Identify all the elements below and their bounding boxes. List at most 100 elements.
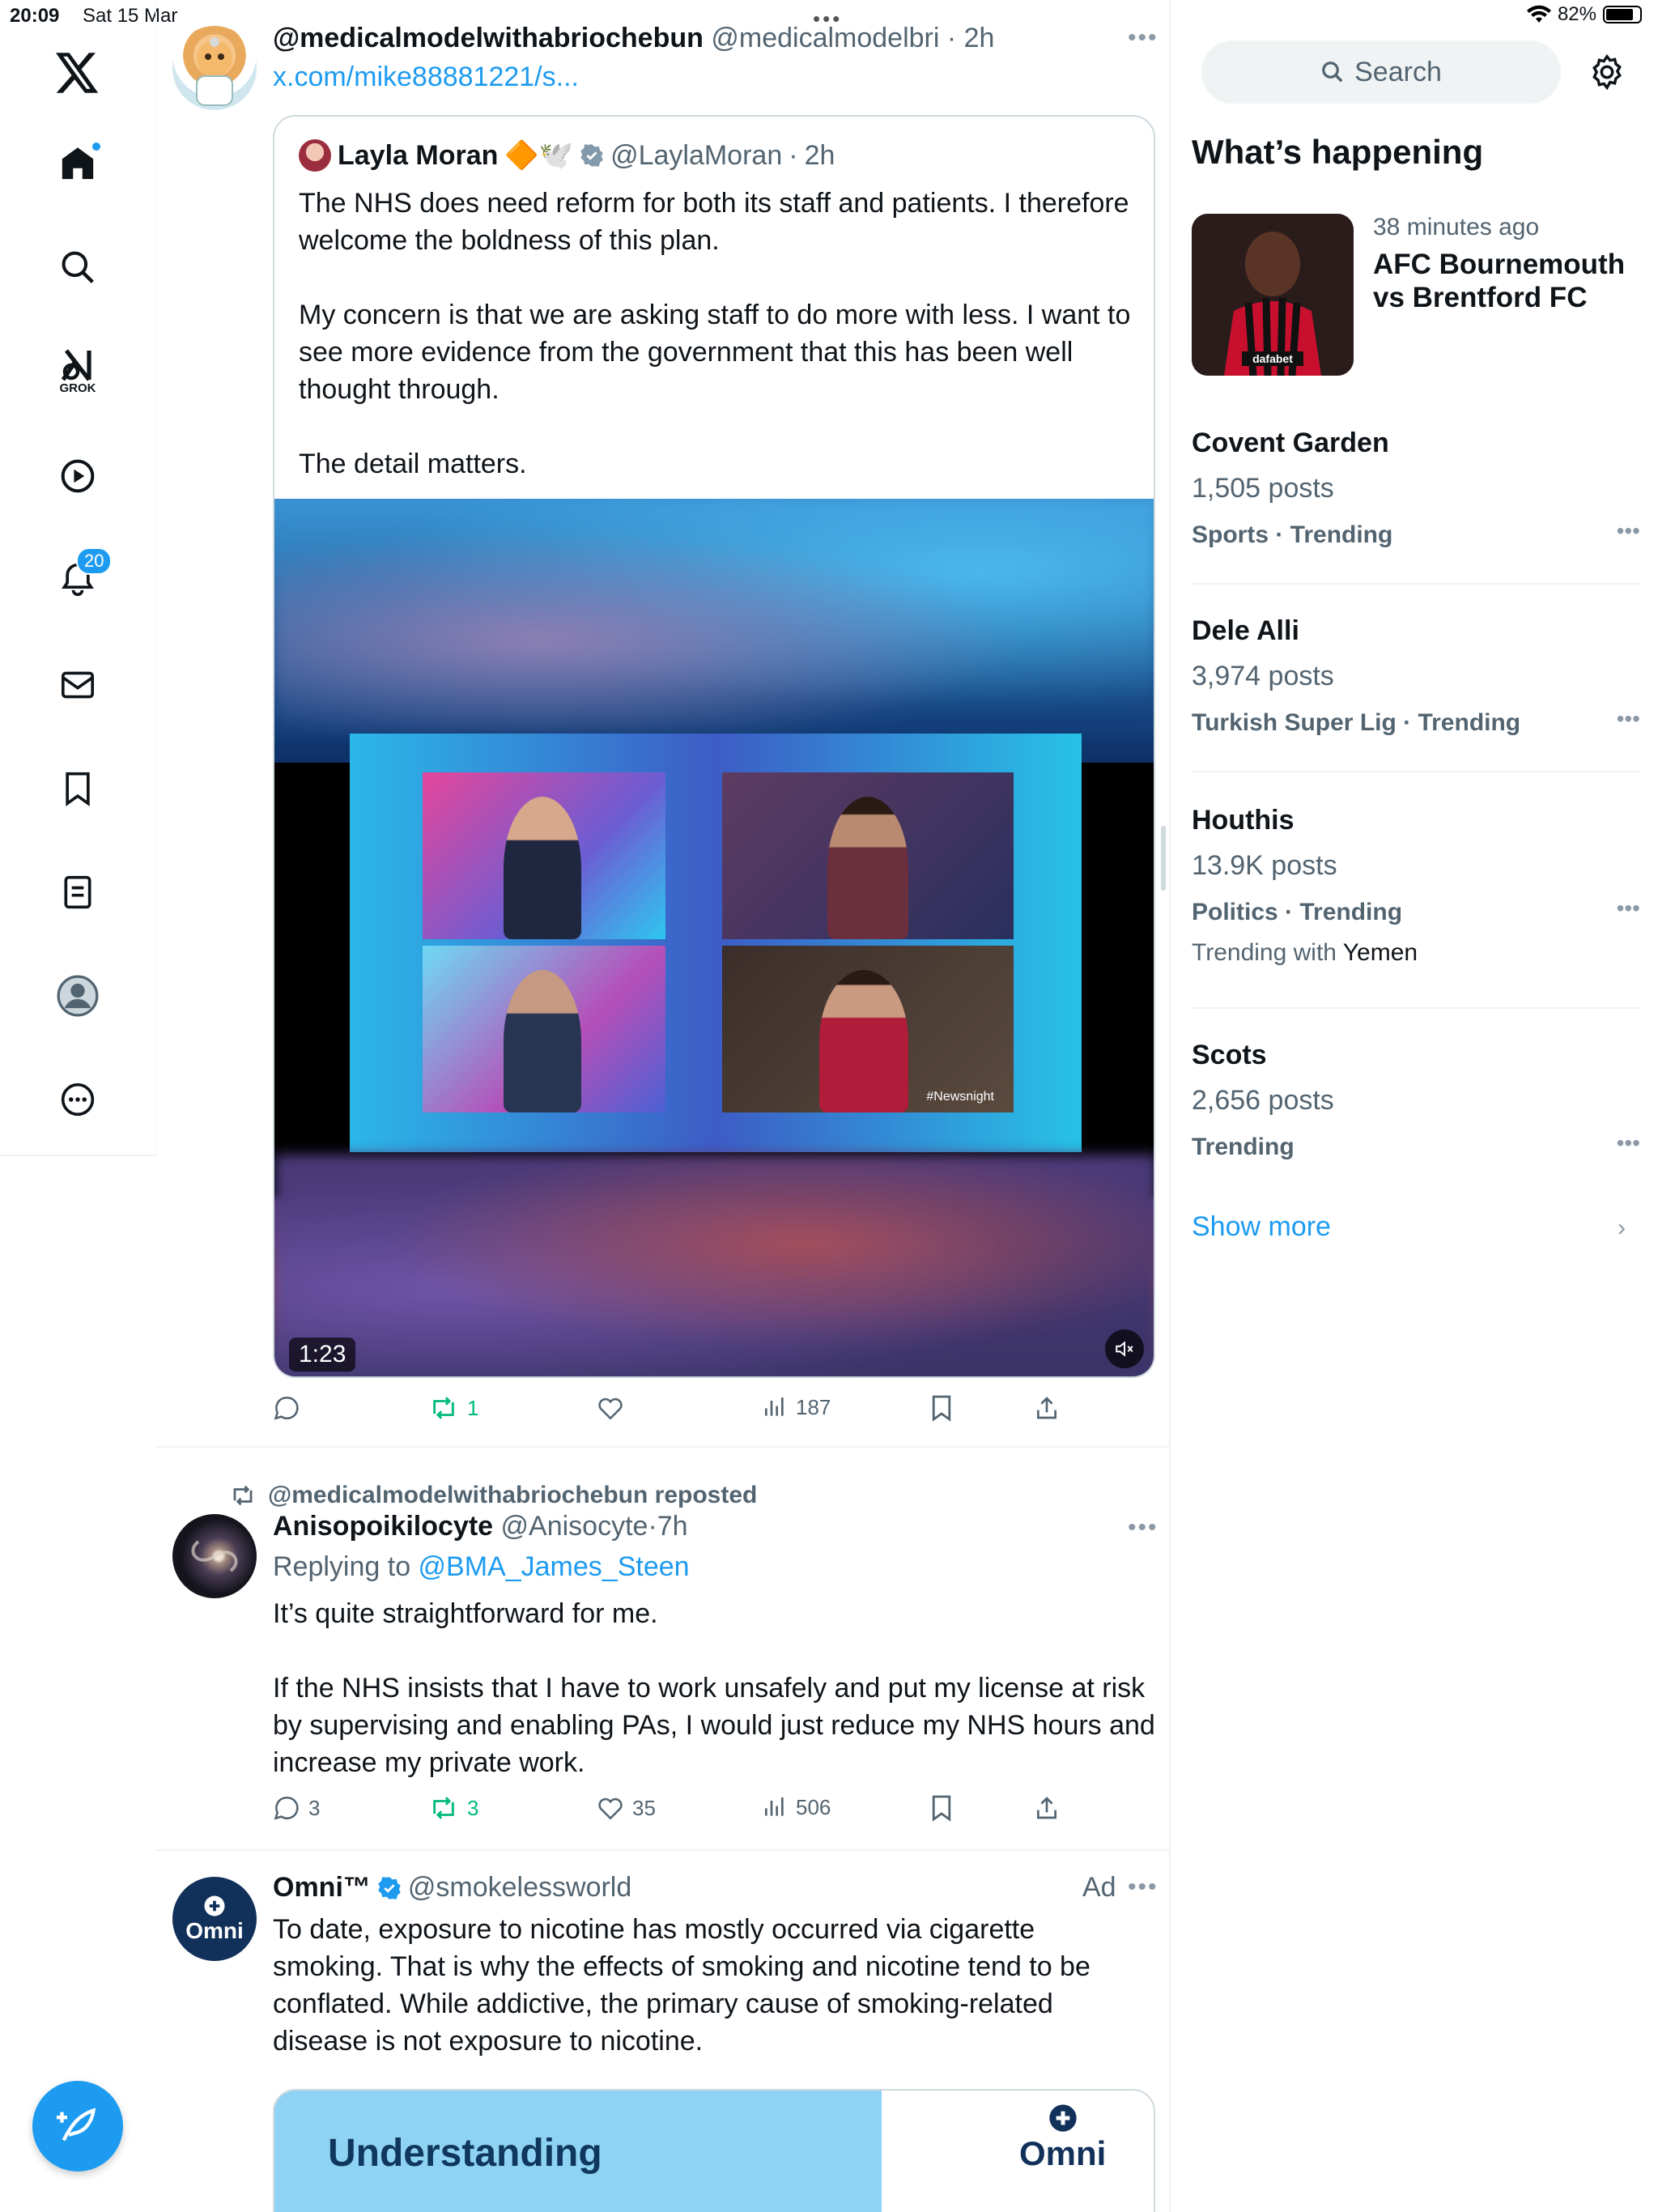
trend-item[interactable]: Houthis 13.9K posts Politics · Trending … xyxy=(1192,774,1640,1009)
trending-with-label: Trending with xyxy=(1192,939,1343,966)
quoted-author-name[interactable]: Layla Moran xyxy=(338,140,498,172)
quoted-author-handle[interactable]: @LaylaMoran xyxy=(610,140,782,172)
avatar xyxy=(299,139,331,172)
nav-search[interactable] xyxy=(45,235,110,300)
nav-messages[interactable] xyxy=(45,653,110,717)
trend-more-button[interactable]: ••• xyxy=(1617,1130,1640,1156)
reply-count: 3 xyxy=(308,1795,321,1820)
tweet-link[interactable]: x.com/mike88881221/s... xyxy=(273,62,579,93)
nav-grok[interactable]: GROK xyxy=(45,338,110,403)
repost-by-label[interactable]: @medicalmodelwithabriochebun reposted xyxy=(268,1482,757,1509)
trend-more-button[interactable]: ••• xyxy=(1617,518,1640,544)
views-button[interactable]: 506 xyxy=(762,1794,831,1820)
chevron-right-icon: › xyxy=(1618,1214,1626,1241)
share-button[interactable] xyxy=(1034,1394,1060,1422)
nav-home[interactable] xyxy=(45,131,110,196)
replying-to: Replying to @BMA_James_Steen xyxy=(273,1551,690,1583)
split-view-handle[interactable] xyxy=(1161,826,1166,891)
avatar[interactable] xyxy=(172,26,257,110)
ad-card-logo-text: Omni xyxy=(1019,2134,1107,2172)
video-player[interactable]: #Newsnight 1:23 xyxy=(274,499,1154,1376)
ad-media-card[interactable]: Understanding Omni xyxy=(273,2089,1155,2212)
grok-icon xyxy=(61,348,91,381)
nav-more[interactable] xyxy=(45,1067,110,1132)
views-button[interactable]: 187 xyxy=(762,1394,831,1420)
video-blur-bottom xyxy=(274,1155,1154,1376)
tweet-quote-post[interactable]: @medicalmodelwithabriochebun @medicalmod… xyxy=(156,0,1171,1448)
search-icon xyxy=(1322,62,1343,83)
tweet-ad[interactable]: Omni Omni™ @smokelessworld Ad ••• To dat… xyxy=(156,1853,1171,2212)
author-name[interactable]: Anisopoikilocyte xyxy=(273,1511,493,1542)
trend-category: Politics · Trending xyxy=(1192,899,1403,925)
news-item[interactable]: dafabet 38 minutes ago AFC Bournemouth v… xyxy=(1192,214,1645,376)
repost-button[interactable]: 1 xyxy=(428,1394,478,1422)
settings-button[interactable] xyxy=(1588,53,1626,91)
news-title: AFC Bournemouth vs Brentford FC xyxy=(1373,249,1626,313)
ad-card-banner: Understanding xyxy=(274,2091,882,2212)
reply-button[interactable] xyxy=(273,1394,308,1422)
nav-lists[interactable] xyxy=(45,860,110,925)
x-logo-icon[interactable] xyxy=(45,40,110,105)
trend-item[interactable]: Scots 2,656 posts Trending ••• xyxy=(1192,1010,1640,1176)
bookmark-button[interactable] xyxy=(930,1794,953,1822)
search-input[interactable]: Search xyxy=(1201,40,1561,104)
more-options-button[interactable]: ••• xyxy=(1128,1874,1158,1901)
tweet-actions: 3 3 35 506 xyxy=(273,1794,1082,1830)
repost-button[interactable]: 3 xyxy=(428,1794,478,1822)
home-icon xyxy=(62,147,94,180)
trend-posts: 3,974 posts xyxy=(1192,661,1334,691)
avatar[interactable] xyxy=(172,1514,257,1598)
compose-button[interactable] xyxy=(32,2081,123,2172)
trend-posts: 1,505 posts xyxy=(1192,473,1334,504)
trend-item[interactable]: Covent Garden 1,505 posts Sports · Trend… xyxy=(1192,405,1640,585)
avatar[interactable]: Omni xyxy=(172,1877,257,1961)
video-icon xyxy=(61,459,95,493)
more-options-button[interactable]: ••• xyxy=(1128,1514,1158,1542)
nav-video[interactable] xyxy=(45,444,110,508)
author-name[interactable]: Omni™ xyxy=(273,1872,371,1904)
more-options-button[interactable]: ••• xyxy=(1128,24,1158,52)
video-frame: #Newsnight xyxy=(350,734,1082,1152)
home-notification-dot xyxy=(91,141,102,152)
nav-notifications[interactable]: 20 xyxy=(45,547,113,612)
verified-badge-icon xyxy=(378,1876,401,1899)
bookmark-button[interactable] xyxy=(930,1394,953,1422)
author-handle[interactable]: @medicalmodelbri xyxy=(711,23,939,53)
like-button[interactable]: 35 xyxy=(597,1794,656,1822)
author-name[interactable]: @medicalmodelwithabriochebun xyxy=(273,23,704,53)
repost-icon xyxy=(433,1797,454,1819)
trending-with-value[interactable]: Yemen xyxy=(1343,939,1418,966)
repost-count: 3 xyxy=(467,1795,479,1820)
bookmark-icon xyxy=(66,772,90,806)
tweet-header: Omni™ @smokelessworld xyxy=(273,1872,631,1904)
tweet-reposted-reply[interactable]: @medicalmodelwithabriochebun reposted An… xyxy=(156,1449,1171,1851)
trend-more-button[interactable]: ••• xyxy=(1617,895,1640,921)
timeline-feed: @medicalmodelwithabriochebun @medicalmod… xyxy=(156,0,1171,2212)
nav-profile[interactable] xyxy=(45,963,110,1028)
mute-button[interactable] xyxy=(1105,1329,1144,1368)
trend-item[interactable]: Dele Alli 3,974 posts Turkish Super Lig … xyxy=(1192,586,1640,772)
right-sidebar: Search What’s happening dafabet 38 minut… xyxy=(1172,0,1658,2212)
nav-bookmarks[interactable] xyxy=(45,756,110,821)
share-button[interactable] xyxy=(1034,1794,1060,1822)
author-handle[interactable]: @smokelessworld xyxy=(408,1872,631,1904)
post-time: 2h xyxy=(963,23,995,53)
like-button[interactable] xyxy=(597,1394,632,1422)
trend-name: Dele Alli xyxy=(1192,615,1299,646)
replying-to-handle[interactable]: @BMA_James_Steen xyxy=(419,1551,690,1582)
tweet-actions: 1 187 xyxy=(273,1394,1082,1430)
grok-label: GROK xyxy=(59,381,96,395)
video-panel-guest-3: #Newsnight xyxy=(722,946,1014,1112)
footballer-photo-icon: dafabet xyxy=(1192,214,1354,376)
show-more-link[interactable]: Show more xyxy=(1192,1211,1331,1243)
quoted-tweet[interactable]: Layla Moran 🔶🕊️ @LaylaMoran · 2h The NHS d… xyxy=(273,115,1155,1378)
left-nav: GROK 20 xyxy=(0,0,156,1156)
ad-card-title: Understanding xyxy=(328,2132,602,2175)
omni-logo-icon xyxy=(204,1895,225,1916)
post-time: 7h xyxy=(657,1511,688,1542)
reply-button[interactable]: 3 xyxy=(273,1794,320,1822)
news-time: 38 minutes ago xyxy=(1373,214,1540,240)
author-handle[interactable]: @Anisocyte xyxy=(501,1511,648,1542)
notification-count-badge: 20 xyxy=(76,547,113,575)
trend-more-button[interactable]: ••• xyxy=(1617,706,1640,732)
